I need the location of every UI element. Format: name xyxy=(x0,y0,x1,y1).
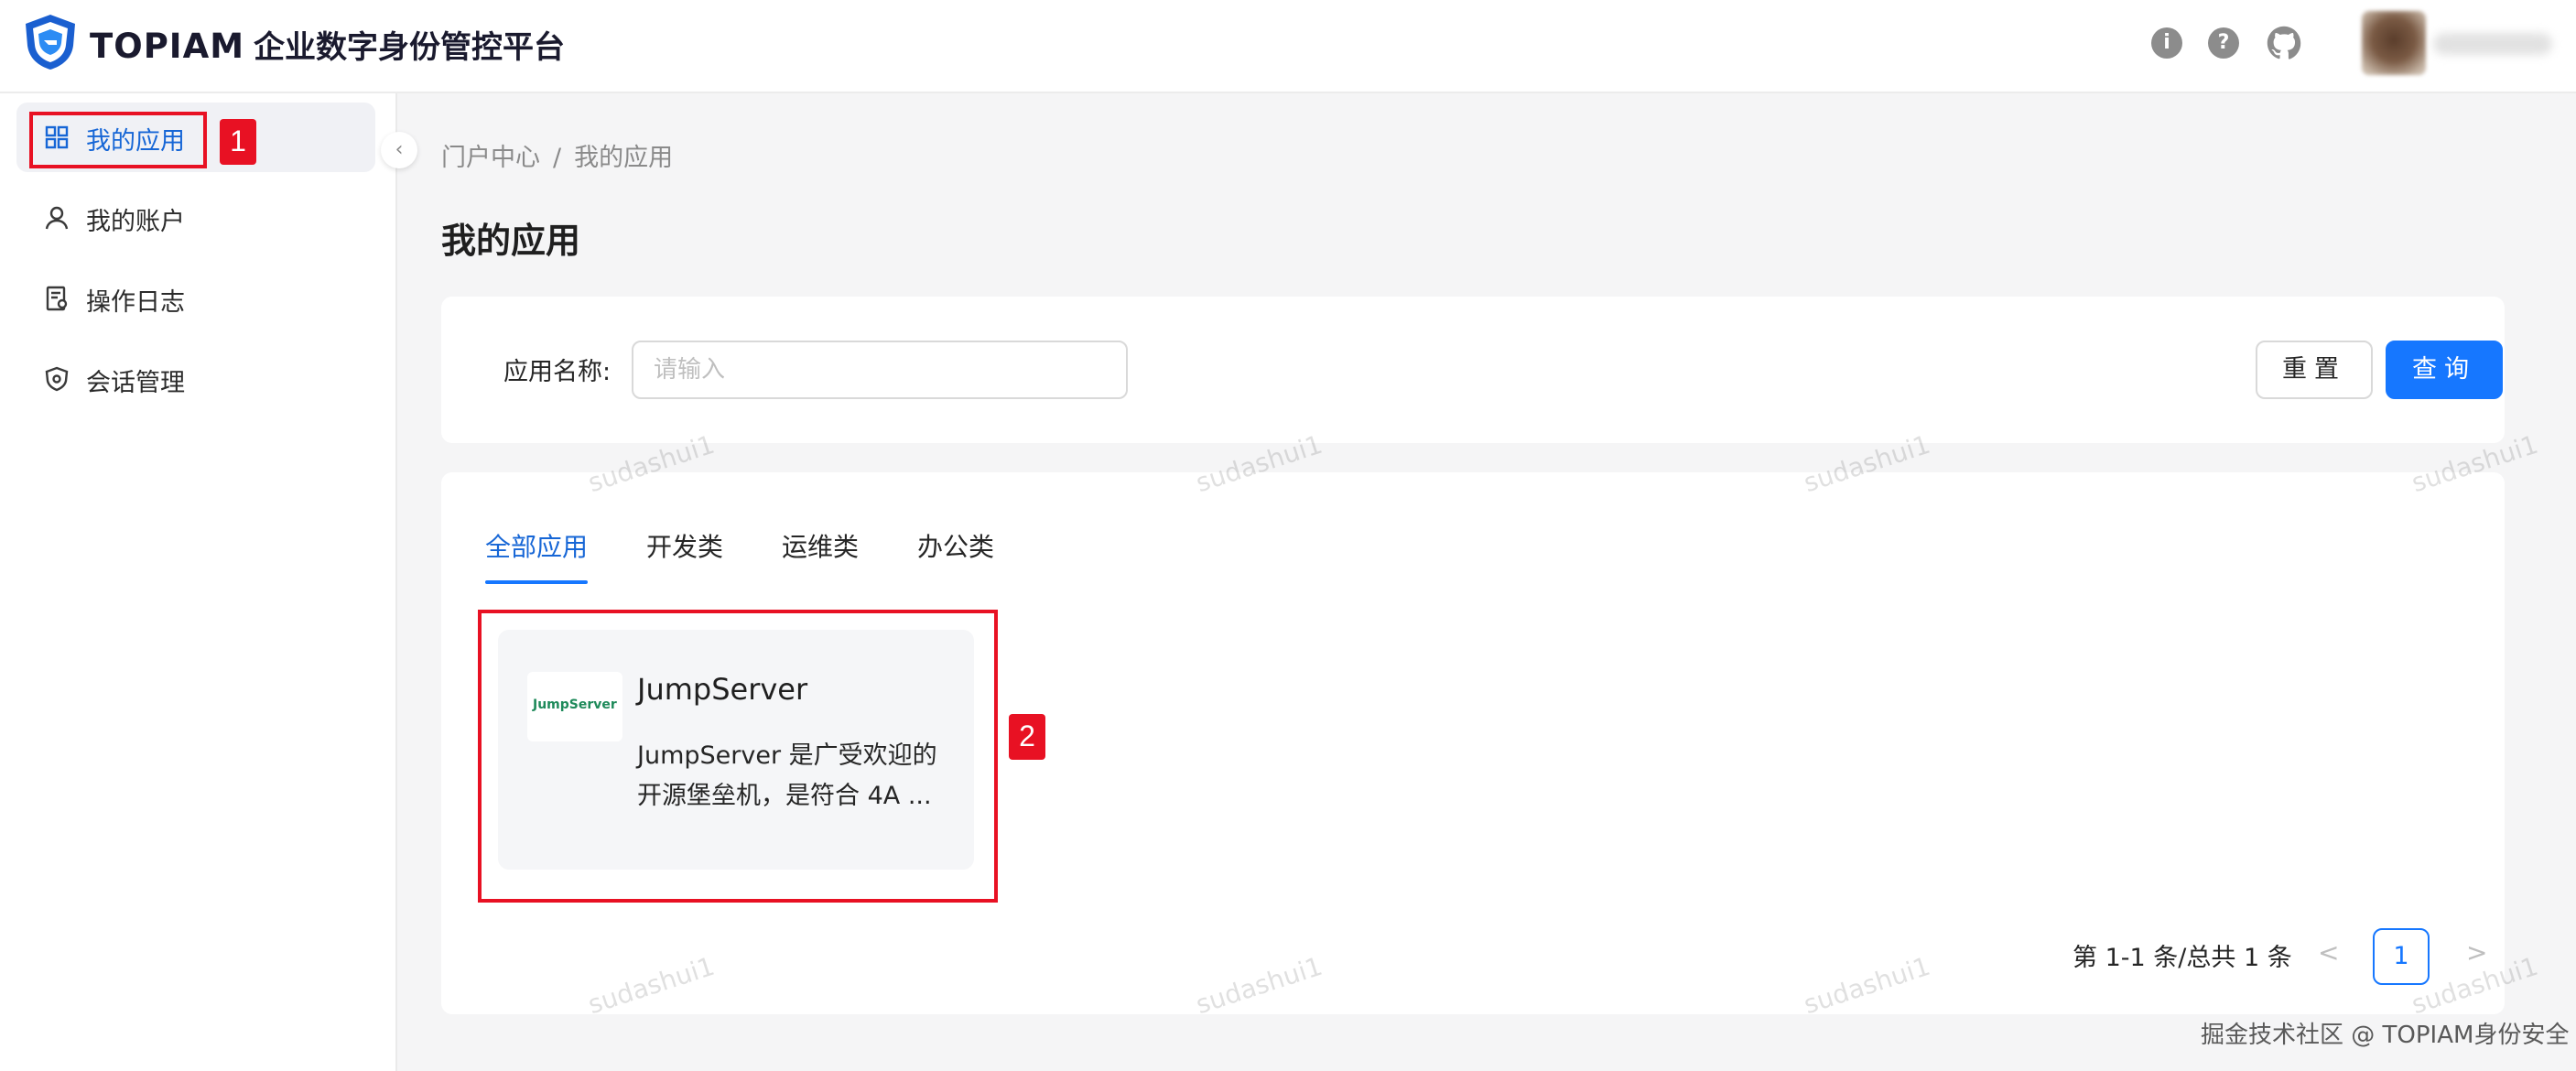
annotation-badge-2: 2 xyxy=(1009,714,1045,760)
sidebar: 我的应用 我的账户 操作日志 会话管理 xyxy=(0,93,397,1071)
sidebar-item-my-account[interactable]: 我的账户 xyxy=(16,183,375,253)
sidebar-collapse-button[interactable]: ‹ xyxy=(381,132,417,168)
breadcrumb: 门户中心 / 我的应用 xyxy=(441,137,673,173)
pagination-next-icon[interactable]: > xyxy=(2466,937,2487,968)
avatar[interactable] xyxy=(2362,11,2426,75)
breadcrumb-current: 我的应用 xyxy=(574,144,674,172)
topiam-logo-icon[interactable] xyxy=(22,13,79,71)
annotation-box-1 xyxy=(29,112,207,168)
app-name-label: 应用名称: xyxy=(503,358,612,386)
query-button[interactable]: 查询 xyxy=(2386,341,2503,399)
top-header: TOPIAM 企业数字身份管控平台 i ? xyxy=(0,0,2576,93)
page-title: 我的应用 xyxy=(441,221,581,261)
help-icon[interactable]: ? xyxy=(2208,27,2239,59)
log-icon xyxy=(46,286,68,311)
sidebar-item-label: 操作日志 xyxy=(86,288,185,317)
tab-development[interactable]: 开发类 xyxy=(646,527,723,564)
brand-subtitle: 企业数字身份管控平台 xyxy=(254,29,566,66)
reset-button[interactable]: 重置 xyxy=(2256,341,2373,399)
breadcrumb-root[interactable]: 门户中心 xyxy=(441,144,540,172)
breadcrumb-separator: / xyxy=(553,144,562,172)
pagination-total: 第 1-1 条/总共 1 条 xyxy=(2073,944,2292,972)
brand-title: TOPIAM 企业数字身份管控平台 xyxy=(90,22,565,67)
sidebar-item-operation-log[interactable]: 操作日志 xyxy=(16,264,375,333)
active-tab-indicator xyxy=(485,580,588,584)
shield-icon xyxy=(45,366,69,392)
user-icon xyxy=(45,206,69,230)
footer-credit: 掘金技术社区 @ TOPIAM身份安全 xyxy=(2201,1022,2570,1049)
sidebar-item-session-management[interactable]: 会话管理 xyxy=(16,344,375,414)
annotation-box-2 xyxy=(478,610,998,903)
tab-office[interactable]: 办公类 xyxy=(917,527,994,564)
brand-name: TOPIAM xyxy=(90,27,245,66)
sidebar-item-label: 会话管理 xyxy=(86,369,185,397)
annotation-badge-1: 1 xyxy=(220,119,256,165)
github-icon[interactable] xyxy=(2267,26,2301,60)
info-icon[interactable]: i xyxy=(2151,27,2182,59)
username-blurred[interactable] xyxy=(2433,33,2552,55)
tab-all-apps[interactable]: 全部应用 xyxy=(485,527,588,564)
sidebar-item-label: 我的账户 xyxy=(86,208,185,236)
search-panel: 应用名称: 重置 查询 xyxy=(441,297,2505,443)
pagination-page-1[interactable]: 1 xyxy=(2373,928,2430,985)
app-name-search-input[interactable] xyxy=(632,341,1128,399)
pagination-prev-icon[interactable]: < xyxy=(2318,937,2339,968)
tab-operations[interactable]: 运维类 xyxy=(782,527,859,564)
